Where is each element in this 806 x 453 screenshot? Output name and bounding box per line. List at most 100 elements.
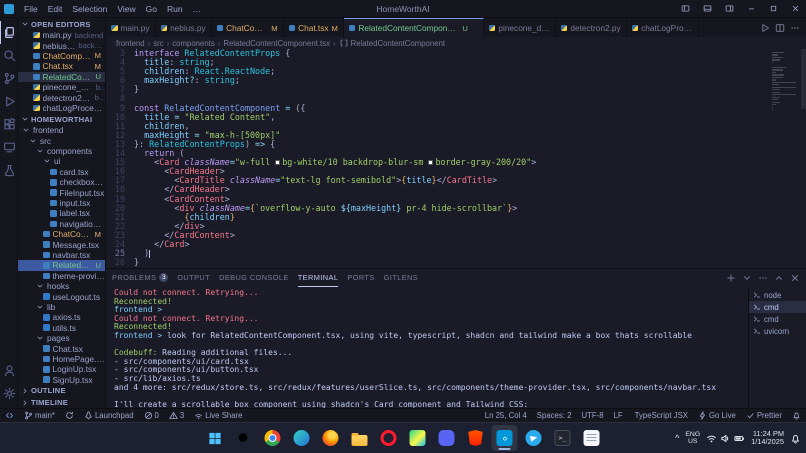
- code-line[interactable]: 26}: [106, 258, 806, 267]
- split-editor-icon[interactable]: [775, 23, 785, 33]
- breadcrumb-item-relatedcontentcomponent[interactable]: RelatedContentComponent: [339, 38, 446, 48]
- taskbar-brave[interactable]: [463, 425, 489, 451]
- tab-chatlogprocessing-py[interactable]: chatLogProcessing.py: [627, 18, 699, 37]
- tree-file-input-tsx[interactable]: input.tsx: [18, 198, 105, 208]
- code-line[interactable]: 23 </CardContent>: [106, 231, 806, 240]
- tree-file-navbar-tsx[interactable]: navbar.tsx: [18, 250, 105, 260]
- tab-main-py[interactable]: main.py: [106, 18, 156, 37]
- status-problems-warnings[interactable]: 3: [164, 409, 189, 422]
- outline-header[interactable]: OUTLINE: [18, 385, 105, 397]
- tree-file-theme-provider-tsx[interactable]: theme-provider.tsx: [18, 271, 105, 281]
- taskbar-chrome[interactable]: [260, 425, 286, 451]
- more-icon[interactable]: [758, 273, 768, 283]
- activitybar-remote-explorer[interactable]: [0, 136, 18, 159]
- menu-go[interactable]: Go: [141, 2, 162, 16]
- taskbar-discord[interactable]: [434, 425, 460, 451]
- open-editor-item-pinecone-db-py[interactable]: pinecone_db.pyb...: [18, 82, 105, 92]
- status-notifications[interactable]: [787, 409, 806, 422]
- breadcrumb-item-components[interactable]: components: [172, 39, 214, 48]
- tree-file-axios-ts[interactable]: axios.ts: [18, 312, 105, 322]
- open-editor-item-nebius-py[interactable]: nebius.pybackend: [18, 40, 105, 50]
- chev-up-icon[interactable]: [774, 273, 784, 283]
- tray-expand-chevron[interactable]: ^: [675, 433, 679, 443]
- open-editor-item-main-py[interactable]: main.pybackend: [18, 30, 105, 40]
- close-icon[interactable]: [790, 273, 800, 283]
- taskbar-file-explorer[interactable]: [347, 425, 373, 451]
- terminal-session-cmd[interactable]: cmd: [749, 313, 806, 325]
- code-editor[interactable]: 3interface RelatedContentProps {4 title:…: [106, 49, 806, 268]
- breadcrumb-item-src[interactable]: src: [153, 39, 163, 48]
- open-editor-item-chat-tsx[interactable]: Chat.tsxM: [18, 61, 105, 71]
- terminal-session-uvicorn[interactable]: uvicorn: [749, 325, 806, 337]
- open-editors-header[interactable]: OPEN EDITORS: [18, 18, 105, 30]
- breadcrumb-item-frontend[interactable]: frontend: [116, 39, 145, 48]
- taskbar-telegram[interactable]: [521, 425, 547, 451]
- tree-file-uselogout-ts[interactable]: useLogout.ts: [18, 291, 105, 301]
- minimize-button[interactable]: [740, 0, 762, 18]
- taskbar-search[interactable]: [231, 425, 257, 451]
- status-cursor-position[interactable]: Ln 25, Col 4: [480, 409, 532, 422]
- input-language[interactable]: ENG US: [685, 431, 700, 445]
- taskbar-edge[interactable]: [289, 425, 315, 451]
- maximize-button[interactable]: [762, 0, 784, 18]
- tree-file-loginup-tsx[interactable]: LoginUp.tsx: [18, 364, 105, 374]
- status-language-mode[interactable]: TypeScript JSX: [628, 409, 693, 422]
- timeline-header[interactable]: TIMELINE: [18, 397, 105, 408]
- code-line[interactable]: 7}: [106, 85, 806, 94]
- status-indentation[interactable]: Spaces: 2: [532, 409, 577, 422]
- panel-tab-ports[interactable]: PORTS: [347, 269, 374, 287]
- activitybar-run-debug[interactable]: [0, 90, 18, 113]
- open-editor-item-chatcomponent-tsx[interactable]: ChatComponent.tsxM: [18, 51, 105, 61]
- tab-chat-tsx[interactable]: Chat.tsxM: [284, 18, 344, 37]
- panel-tab-gitlens[interactable]: GITLENS: [384, 269, 418, 287]
- code-line[interactable]: 6 maxHeight?: string;: [106, 76, 806, 85]
- status-launchpad[interactable]: Launchpad: [79, 409, 139, 422]
- more-icon[interactable]: [790, 23, 800, 33]
- taskbar-terminal[interactable]: [550, 425, 576, 451]
- terminal-session-node[interactable]: node: [749, 289, 806, 301]
- tab-detectron2-py[interactable]: detectron2.py: [556, 18, 627, 37]
- tree-file-message-tsx[interactable]: Message.tsx: [18, 239, 105, 249]
- terminal-output[interactable]: Could not connect. Retrying...Reconnecte…: [106, 287, 748, 408]
- tree-file-chat-tsx[interactable]: Chat.tsx: [18, 343, 105, 353]
- layout-sidebar-button[interactable]: [674, 0, 696, 18]
- minimap[interactable]: [772, 52, 798, 112]
- status-go-live[interactable]: Go Live: [693, 409, 741, 422]
- activitybar-testing[interactable]: [0, 159, 18, 182]
- tree-folder-components[interactable]: components: [18, 146, 105, 156]
- plus-icon[interactable]: [726, 273, 736, 283]
- status-git-branch[interactable]: main*: [19, 409, 60, 422]
- status-encoding[interactable]: UTF-8: [576, 409, 608, 422]
- tree-file-chatcomponent-tsx[interactable]: ChatComponent.tsxM: [18, 229, 105, 239]
- layout-right-button[interactable]: [718, 0, 740, 18]
- tab-relatedcontentcomponent-tsx[interactable]: RelatedContentComponent.tsxU: [344, 18, 484, 37]
- tree-folder-pages[interactable]: pages: [18, 333, 105, 343]
- open-editor-item-detectron2-py[interactable]: detectron2.pyb...: [18, 92, 105, 102]
- tab-chatcomponent-tsx[interactable]: ChatComponent.tsxM: [212, 18, 284, 37]
- tree-folder-lib[interactable]: lib: [18, 302, 105, 312]
- code-line[interactable]: 10 title = "Related Content",: [106, 113, 806, 122]
- status-problems-errors[interactable]: 0: [139, 409, 164, 422]
- taskbar-notepad[interactable]: [579, 425, 605, 451]
- status-sync[interactable]: [60, 409, 79, 422]
- taskbar-pycharm[interactable]: [405, 425, 431, 451]
- tree-file-fileinput-tsx[interactable]: FileInput.tsx: [18, 187, 105, 197]
- status-remote-indicator[interactable]: [0, 409, 19, 422]
- close-icon[interactable]: [22, 73, 30, 80]
- tab-pinecone-db-py[interactable]: pinecone_db.py: [484, 18, 556, 37]
- close-button[interactable]: [784, 0, 806, 18]
- open-editor-item-chatlogprocessing-py[interactable]: chatLogProcessing.py: [18, 103, 105, 113]
- workspace-root-header[interactable]: HOMEWORTHAI: [18, 113, 105, 125]
- play-icon[interactable]: [760, 23, 770, 33]
- tree-folder-ui[interactable]: ui: [18, 156, 105, 166]
- menu-selection[interactable]: Selection: [67, 2, 112, 16]
- tree-file-signup-tsx[interactable]: SignUp.tsx: [18, 375, 105, 385]
- tree-file-homepage-tsx[interactable]: HomePage.tsx: [18, 354, 105, 364]
- menu-run[interactable]: Run: [162, 2, 188, 16]
- tree-file-checkbox-tsx[interactable]: checkbox.tsx: [18, 177, 105, 187]
- status-eol[interactable]: LF: [609, 409, 628, 422]
- panel-tab-debug-console[interactable]: DEBUG CONSOLE: [219, 269, 289, 287]
- activitybar-search[interactable]: [0, 44, 18, 67]
- tree-file-relatedcontentcomponent-tsx[interactable]: RelatedContentComponent.tsxU: [18, 260, 105, 270]
- menu-more[interactable]: …: [188, 2, 207, 16]
